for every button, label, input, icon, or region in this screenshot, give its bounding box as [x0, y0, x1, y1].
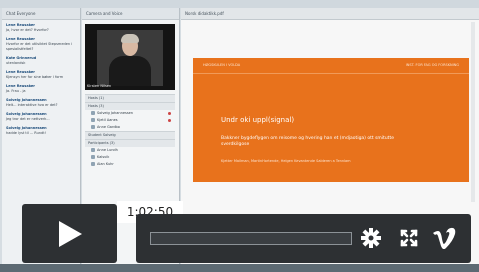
chat-text: Hvorfor er det utilsiktet Stepsmeden i s… [6, 42, 73, 51]
chat-message: Lene Reusaker Ja, hvor er det? Hvorfor? [6, 23, 76, 33]
chat-message: Lene Reusaker Hvorfor er det utilsiktet S… [6, 37, 76, 52]
fullscreen-icon [400, 229, 418, 247]
gear-icon [361, 228, 381, 248]
chat-message: Lene Reusaker Kjensyn her for sine bøker … [6, 70, 76, 80]
participant-section-header[interactable]: Participants (3) [85, 139, 175, 147]
chat-text: utenlandsk [6, 61, 26, 65]
chat-text: Jeg tror det er nettverk... [6, 117, 50, 121]
bottom-strip [0, 264, 479, 272]
participant-name: Kjetil Aanes [97, 118, 118, 122]
top-strip [0, 0, 479, 8]
settings-button[interactable] [360, 227, 382, 249]
chat-message: Solveig Johannessen Jeg tror det er nettv… [6, 112, 76, 122]
document-header: Norsk didaktikk.pdf [181, 8, 479, 20]
participant-name: Anne Lundh [97, 148, 118, 152]
participant-row[interactable]: Kalsvik [85, 154, 175, 161]
participant-row[interactable]: Solveig Johannessen [85, 110, 175, 117]
play-icon [59, 221, 82, 247]
participant-section-header[interactable]: Hosts (3) [85, 102, 175, 110]
slide-authors: Kjetter Mailman, MartinHortende, Helgen … [221, 159, 351, 163]
user-icon [91, 148, 95, 152]
participant-section-header[interactable]: Student Solveig [85, 131, 175, 139]
chat-text: Ja. Frau - ja [6, 89, 26, 93]
slide-header-bar: HØGSKULEN I VOLDA INST. FOR FAG OG FORSK… [193, 58, 469, 74]
participant-name: Anne Gardbo [97, 125, 120, 129]
status-flag-icon [168, 119, 171, 122]
presenter-body [109, 56, 151, 86]
player-control-bar [136, 214, 471, 263]
slide-title: Undr oki uppl(signal) [221, 116, 295, 124]
slide-institution: HØGSKULEN I VOLDA [203, 63, 241, 67]
play-button[interactable] [22, 204, 117, 263]
recording-frame: Chat Everyone Lene Reusaker Ja, hvor er d… [0, 0, 479, 272]
slide-subtitle: Bakkner bygdeflygen om reisome og hverin… [221, 136, 394, 147]
chat-message: Kate Grinnerud utenlandsk [6, 56, 76, 66]
presentation-slide: HØGSKULEN I VOLDA INST. FOR FAG OG FORSK… [193, 58, 469, 182]
participant-row[interactable]: Anne Gardbo [85, 124, 175, 131]
chat-text: Kjensyn her for sine bøker i form [6, 75, 64, 79]
participant-name: Kalsvik [97, 155, 110, 159]
status-flag-icon [168, 112, 171, 115]
chat-messages: Lene Reusaker Ja, hvor er det? Hvorfor? L… [2, 20, 80, 143]
user-icon [91, 162, 95, 166]
webcam-video: Kirsten Nilsen [85, 24, 175, 90]
participant-name: Alan Kuhr [97, 162, 114, 166]
participant-list: Hosts (1) Hosts (3) Solveig Johannessen … [85, 94, 175, 168]
participant-name: Solveig Johannessen [97, 111, 134, 115]
progress-track[interactable] [150, 232, 352, 245]
user-icon [91, 118, 95, 122]
participant-section-header[interactable]: Hosts (1) [85, 94, 175, 102]
slide-department: INST. FOR FAG OG FORSKNING [405, 63, 459, 67]
chat-message: Solveig Johannessen Helt... interaktive h… [6, 98, 76, 108]
document-scrollbar[interactable] [471, 22, 475, 202]
chat-text: Helt... interaktive hva er det? [6, 103, 58, 107]
webcam-background [97, 30, 163, 86]
participant-row[interactable]: Alan Kuhr [85, 161, 175, 168]
user-icon [91, 155, 95, 159]
vimeo-logo [433, 227, 456, 250]
fullscreen-button[interactable] [398, 227, 420, 249]
webcam-name-label: Kirsten Nilsen [87, 84, 112, 88]
vimeo-logo-button[interactable] [432, 227, 456, 250]
chat-text: Ja, hvor er det? Hvorfor? [6, 28, 49, 32]
user-icon [91, 111, 95, 115]
presenter-hair [121, 34, 139, 43]
participant-row[interactable]: Anne Lundh [85, 147, 175, 154]
camera-header: Camera and Voice [82, 8, 179, 20]
chat-message: Solveig Johannessen hadde lyst til ... Ru… [6, 126, 76, 136]
chat-header: Chat Everyone [2, 8, 80, 20]
chat-text: hadde lyst til ... Rundt! [6, 131, 47, 135]
participant-row[interactable]: Kjetil Aanes [85, 117, 175, 124]
chat-message: Lene Reusaker Ja. Frau - ja [6, 84, 76, 94]
user-icon [91, 125, 95, 129]
